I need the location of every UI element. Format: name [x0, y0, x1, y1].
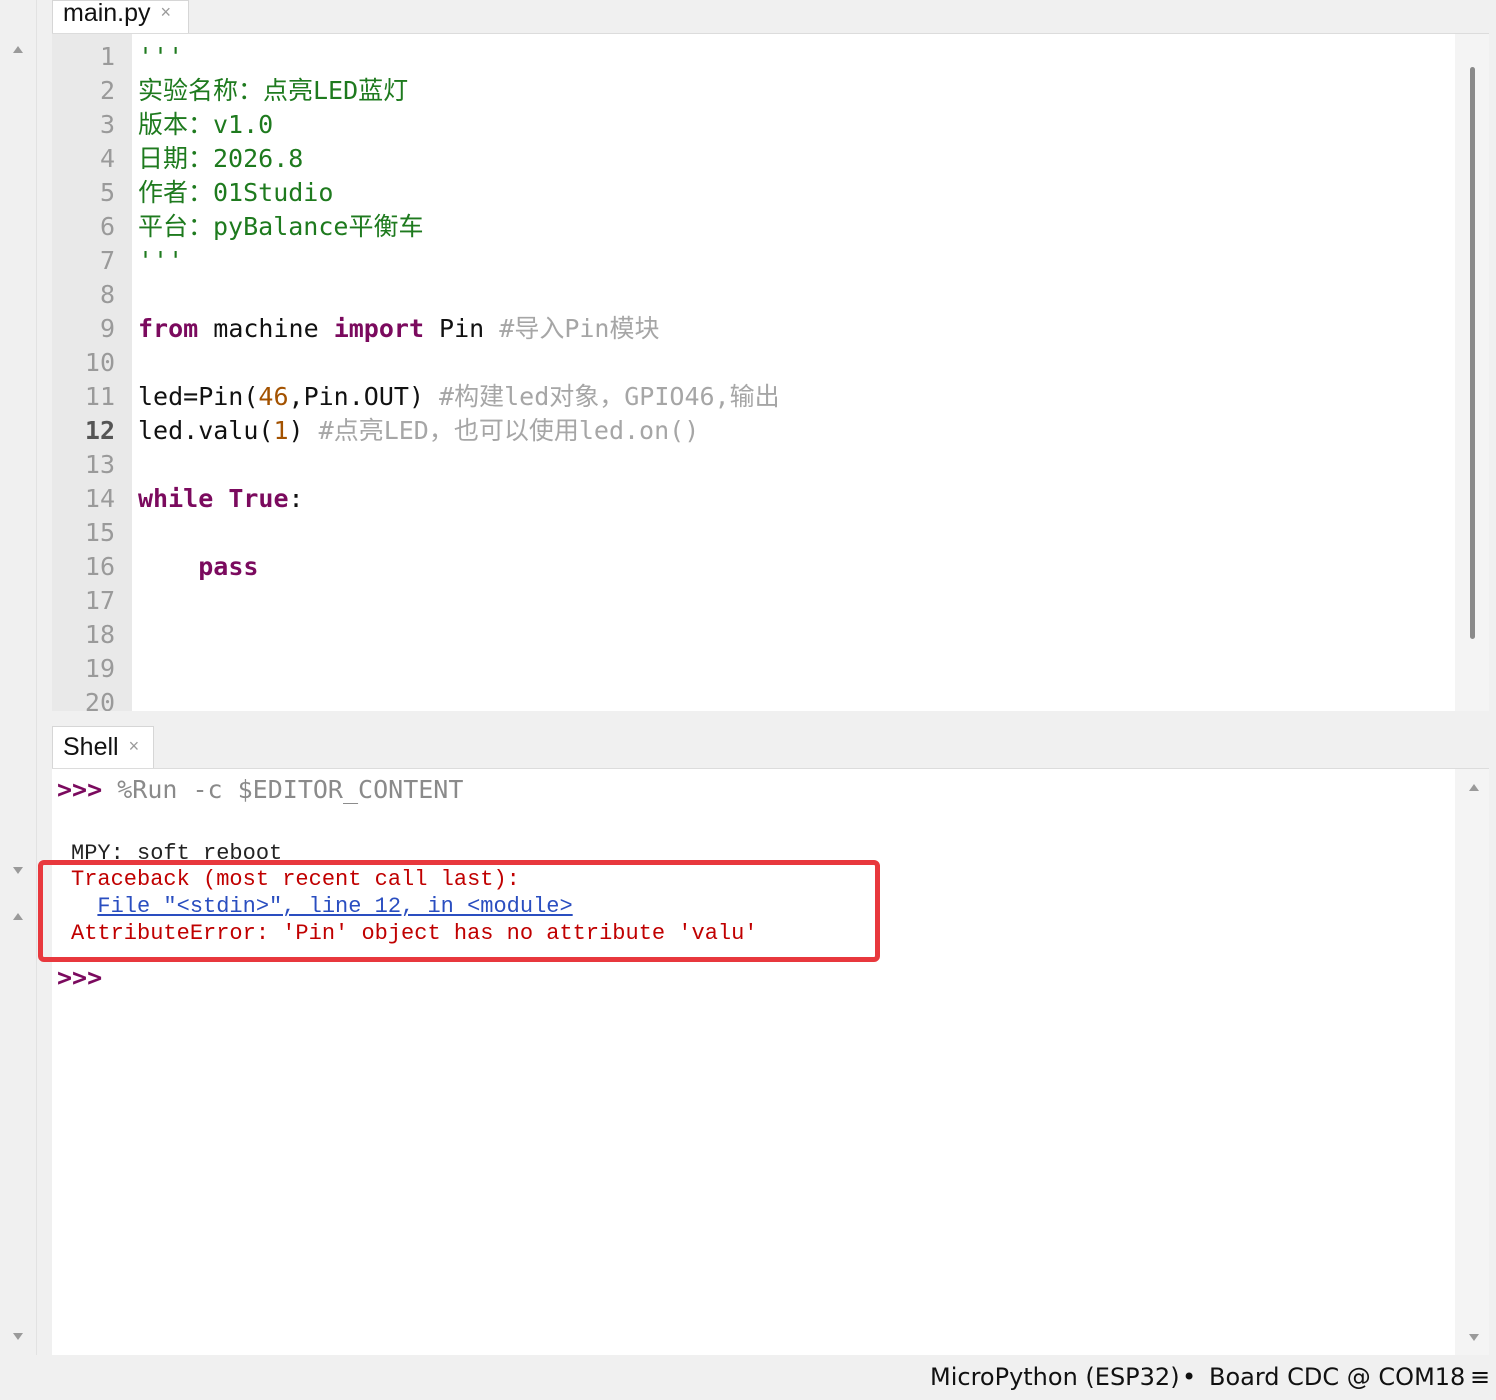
line-number: 19 [84, 654, 115, 683]
code-line-12: led.valu(1) #点亮LED，也可以使用led.on() [138, 416, 700, 445]
code-line-16: pass [198, 552, 259, 581]
editor-scroll-up-icon[interactable] [13, 46, 23, 53]
line-number: 3 [99, 110, 115, 139]
line-number: 17 [84, 586, 115, 615]
line-number: 9 [99, 314, 115, 343]
status-bar: MicroPython (ESP32) • Board CDC @ COM18 … [0, 1355, 1496, 1400]
line-numbers: 1 2 3 4 5 6 7 8 9 10 11 12 13 14 15 16 17 18 19 20 [52, 34, 132, 711]
line-number: 6 [99, 212, 115, 241]
line-number: 7 [99, 246, 115, 275]
code-line-4: 日期：2026.8 [138, 144, 304, 173]
line-number: 2 [99, 76, 115, 105]
line-number: 4 [99, 144, 115, 173]
tab-main-py[interactable]: main.py × [52, 0, 189, 33]
line-number: 20 [84, 688, 115, 711]
code-line-7: ''' [138, 246, 184, 275]
line-number: 5 [99, 178, 115, 207]
code-line-6: 平台：pyBalance平衡车 [138, 212, 424, 241]
line-number: 10 [84, 348, 115, 377]
shell-scroll-up-icon[interactable] [13, 913, 23, 920]
code-line-9: from machine import Pin #导入Pin模块 [138, 314, 660, 343]
line-number: 11 [84, 382, 115, 411]
line-number: 15 [84, 518, 115, 547]
code-line-14: while True: [138, 484, 304, 513]
interpreter-label[interactable]: MicroPython (ESP32) [930, 1363, 1180, 1391]
shell-command-line: >>> %Run -c $EDITOR_CONTENT [57, 775, 464, 804]
line-number: 12 [84, 416, 115, 445]
status-separator: • [1182, 1363, 1197, 1391]
code-line-11: led=Pin(46,Pin.OUT) #构建led对象，GPIO46,输出 [138, 382, 780, 411]
shell-scrollbar[interactable] [1455, 769, 1489, 1356]
code-line-2: 实验名称：点亮LED蓝灯 [138, 76, 409, 105]
code-line-1: ''' [138, 42, 184, 71]
close-icon[interactable]: × [129, 736, 140, 756]
shell-prompt[interactable]: >>> [57, 961, 102, 995]
editor-scroll-down-icon[interactable] [13, 867, 23, 874]
line-number: 8 [99, 280, 115, 309]
close-icon[interactable]: × [161, 2, 172, 22]
tab-shell[interactable]: Shell × [52, 726, 154, 768]
code-editor[interactable]: 1 2 3 4 5 6 7 8 9 10 11 12 13 14 15 16 17 18 19 20 ''' 实验名称… [52, 33, 1489, 711]
left-toolbar-strip [0, 0, 37, 1355]
shell-scrollbar-down-icon[interactable] [1469, 1334, 1479, 1341]
line-number: 13 [84, 450, 115, 479]
line-number: 14 [84, 484, 115, 513]
tab-label: main.py [63, 0, 151, 27]
code-line-3: 版本：v1.0 [138, 110, 274, 139]
shell-scroll-down-icon[interactable] [13, 1333, 23, 1340]
error-highlight-box [38, 860, 880, 962]
line-number: 16 [84, 552, 115, 581]
line-number: 1 [99, 42, 115, 71]
shell-console[interactable]: >>> %Run -c $EDITOR_CONTENT MPY: soft re… [52, 768, 1489, 1356]
shell-scrollbar-up-icon[interactable] [1469, 784, 1479, 791]
code-line-5: 作者：01Studio [138, 178, 334, 207]
line-number: 18 [84, 620, 115, 649]
tab-label: Shell [63, 733, 119, 761]
menu-icon[interactable]: ≡ [1470, 1363, 1490, 1391]
editor-scrollbar-thumb[interactable] [1470, 67, 1475, 639]
port-label[interactable]: Board CDC @ COM18 [1209, 1363, 1465, 1391]
